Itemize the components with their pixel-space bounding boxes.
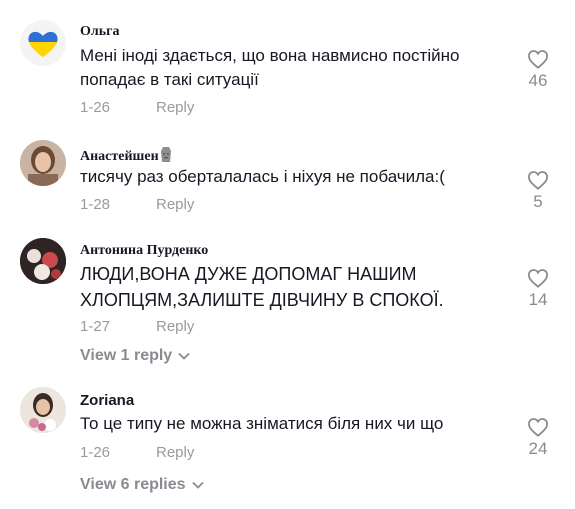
avatar[interactable] [20, 20, 66, 66]
like-button[interactable]: 14 [516, 268, 560, 310]
avatar-photo [20, 140, 66, 186]
comment-text: То це типу не можна зніматися біля них ч… [80, 414, 444, 433]
like-count: 5 [533, 192, 543, 211]
comment-text: тисячу раз оберталалась і ніхуя не побач… [80, 167, 445, 186]
like-count: 24 [528, 439, 548, 458]
reply-button[interactable]: Reply [156, 444, 194, 461]
like-count: 46 [528, 71, 548, 90]
reply-button[interactable]: Reply [156, 318, 194, 335]
like-button[interactable]: 5 [516, 170, 560, 212]
comment-date: 1-26 [80, 444, 111, 461]
chevron-down-icon [178, 352, 190, 360]
heart-outline-icon [527, 50, 549, 69]
heart-outline-icon [527, 171, 549, 190]
avatar[interactable] [20, 238, 66, 284]
like-count: 14 [528, 290, 548, 309]
heart-outline-icon [527, 418, 549, 437]
avatar-photo [20, 238, 66, 284]
comment-meta: 1-28 Reply [80, 196, 194, 213]
comment-date: 1-27 [80, 318, 111, 335]
comment-text: Мені іноді здається, що вона навмисно по… [80, 46, 460, 89]
like-button[interactable]: 24 [516, 417, 560, 459]
heart-ukraine-flag-icon [28, 31, 58, 57]
reply-button[interactable]: Reply [156, 99, 194, 116]
comment-username[interactable]: Ольга [80, 24, 120, 40]
comment-meta: 1-27 Reply [80, 318, 194, 335]
comment-meta: 1-26 Reply [80, 444, 194, 461]
comment-username[interactable]: Антонина Пурденко [80, 243, 208, 259]
view-replies-button[interactable]: View 1 reply [80, 347, 190, 365]
heart-outline-icon [527, 269, 549, 288]
avatar[interactable] [20, 387, 66, 433]
chevron-down-icon [191, 481, 204, 489]
reply-button[interactable]: Reply [156, 196, 194, 213]
avatar[interactable] [20, 140, 66, 186]
comment-meta: 1-26 Reply [80, 99, 194, 116]
avatar-photo [20, 387, 66, 433]
like-button[interactable]: 46 [516, 49, 560, 91]
view-replies-button[interactable]: View 6 replies [80, 476, 204, 494]
comment-username[interactable]: Zoriana [80, 392, 134, 409]
comment-date: 1-26 [80, 99, 111, 116]
comment-date: 1-28 [80, 196, 111, 213]
comment-text: ЛЮДИ,ВОНА ДУЖЕ ДОПОМАГ НАШИМ ХЛОПЦЯМ,ЗАЛ… [80, 264, 444, 310]
